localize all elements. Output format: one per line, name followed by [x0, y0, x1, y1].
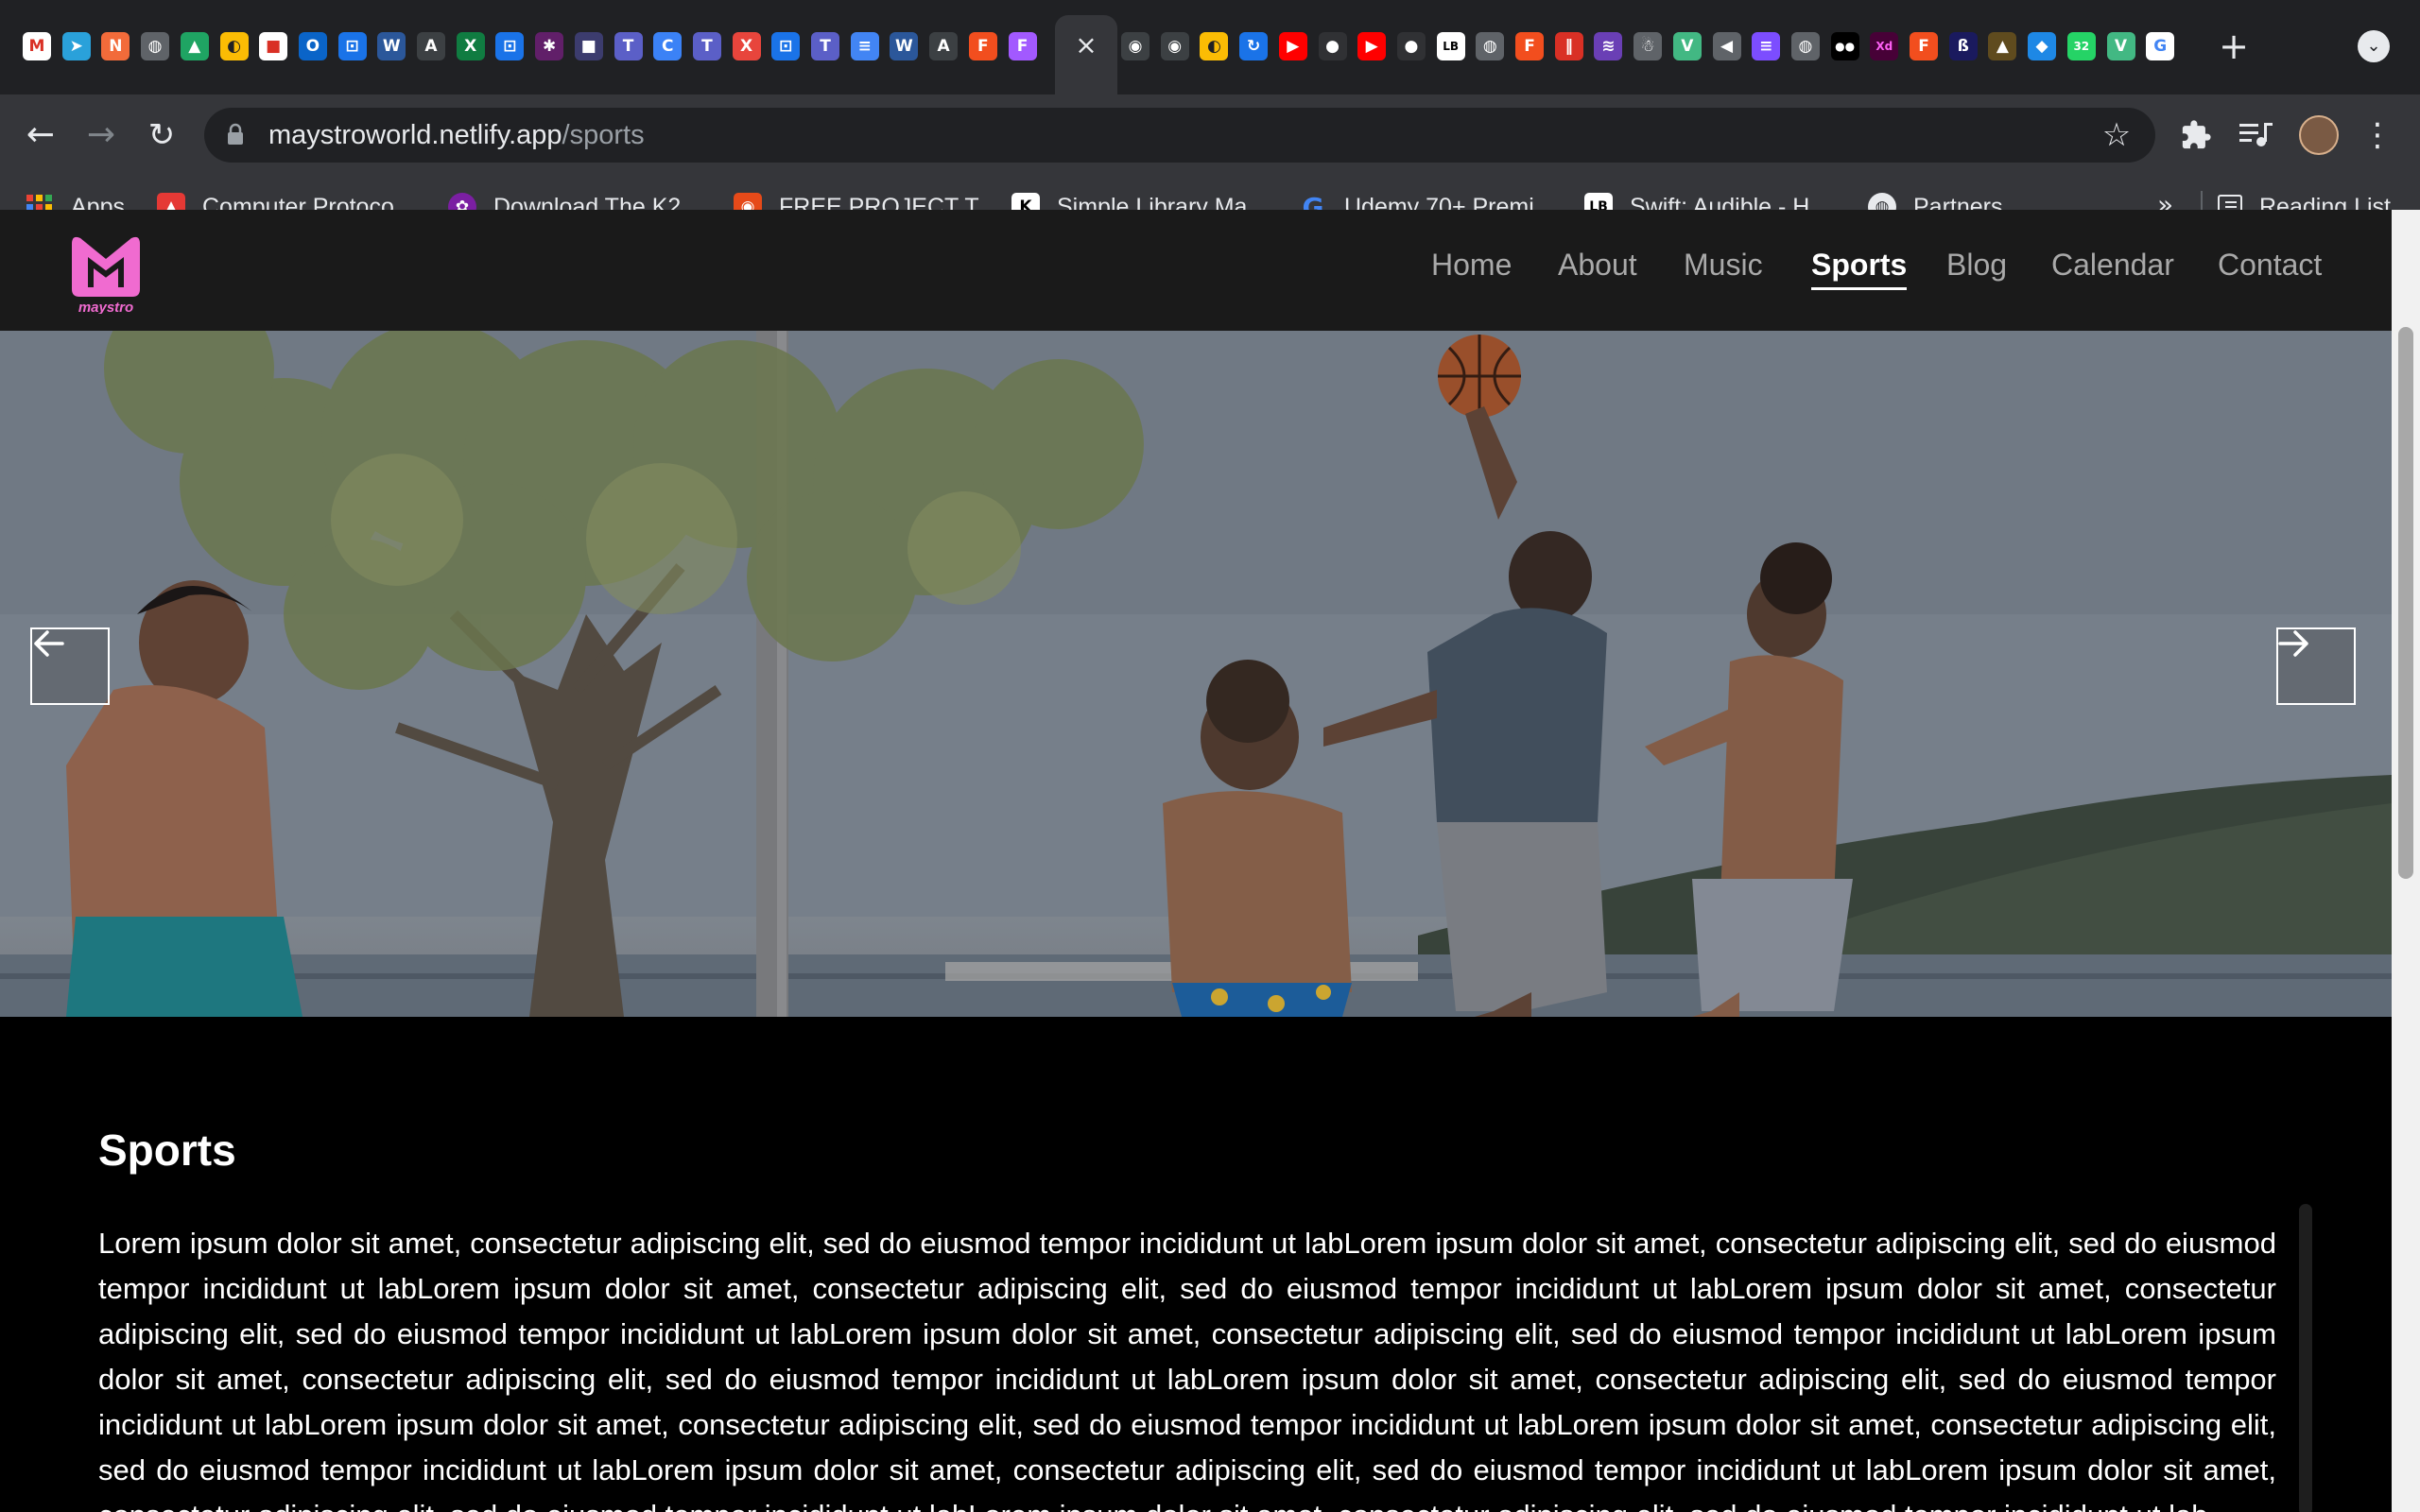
speaker-icon[interactable]: ◀ — [1712, 32, 1741, 60]
app-icon[interactable]: ■ — [259, 32, 288, 60]
word-icon[interactable]: W — [377, 32, 406, 60]
nav-sports[interactable]: Sports — [1811, 248, 1908, 290]
figma-icon[interactable]: F — [1515, 32, 1544, 60]
svg-text:maystro: maystro — [78, 300, 133, 314]
new-tab-button[interactable]: + — [2214, 26, 2254, 66]
hero-carousel — [0, 331, 2392, 1017]
forward-button[interactable]: → — [78, 112, 125, 159]
app-icon[interactable]: N — [101, 32, 130, 60]
telegram-icon[interactable]: ➤ — [61, 32, 91, 60]
page-scrollbar[interactable] — [2392, 210, 2420, 1512]
asetect-icon[interactable]: A — [417, 32, 445, 60]
lock-icon[interactable] — [227, 123, 244, 146]
excel-icon[interactable]: X — [456, 32, 485, 60]
whatsapp-icon[interactable]: 32 — [2066, 32, 2096, 60]
app-icon[interactable]: ▲ — [1988, 32, 2017, 60]
url-text[interactable]: maystroworld.netlify.app/sports — [268, 108, 645, 163]
slack-icon[interactable]: ✱ — [535, 32, 564, 60]
globe-icon[interactable]: ◍ — [1790, 32, 1820, 60]
section-body-text: Lorem ipsum dolor sit amet, consectetur … — [98, 1227, 2276, 1512]
close-tab-icon[interactable]: × — [1071, 30, 1101, 60]
app-icon[interactable]: ■ — [574, 32, 603, 60]
tab-search-button[interactable]: ⌄ — [2358, 30, 2390, 62]
extensions-button[interactable] — [2172, 112, 2220, 159]
google-icon[interactable]: G — [2146, 32, 2175, 60]
globe-icon[interactable]: ◍ — [1476, 32, 1505, 60]
browser-toolbar: ← → ↻ maystroworld.netlify.app/sports ☆ … — [0, 94, 2420, 176]
content-scrollbar[interactable] — [2299, 1204, 2312, 1512]
app-icon[interactable]: ● — [1396, 32, 1426, 60]
app-icon[interactable]: ◆ — [2028, 32, 2057, 60]
figma-icon[interactable]: F — [968, 32, 997, 60]
playlist-icon — [2239, 123, 2273, 146]
browser-tab-strip: M ➤ N ◍ ▲ ◐ ■ O ⊡ W A X ⊡ ✱ ■ T C T X ⊡ T ≡ W A F F × ◉ ◉ ◐ ↻ ▶ ● ▶ ● LB ◍… — [0, 0, 2420, 94]
teams-icon[interactable]: T — [614, 32, 643, 60]
lb-icon[interactable]: LB — [1436, 32, 1465, 60]
nav-home[interactable]: Home — [1431, 248, 1512, 283]
bookmark-star-icon[interactable]: ☆ — [2099, 117, 2135, 153]
maystro-logo[interactable]: maystro — [66, 231, 146, 314]
globe-icon[interactable]: ◍ — [141, 32, 170, 60]
app-icon[interactable]: ↻ — [1239, 32, 1269, 60]
basketball-hero-image — [0, 331, 2392, 1017]
youtube-icon[interactable]: ▶ — [1278, 32, 1307, 60]
github-icon[interactable]: ◉ — [1160, 32, 1189, 60]
nav-about[interactable]: About — [1558, 248, 1637, 283]
app-icon[interactable]: ⊡ — [771, 32, 801, 60]
profile-avatar[interactable] — [2299, 115, 2339, 155]
xd-icon[interactable]: Xd — [1870, 32, 1899, 60]
vue-icon[interactable]: V — [1672, 32, 1702, 60]
app-icon[interactable]: X — [732, 32, 761, 60]
reload-button[interactable]: ↻ — [138, 112, 185, 159]
app-icon[interactable]: ● — [1318, 32, 1347, 60]
back-button[interactable]: ← — [17, 112, 64, 159]
app-icon[interactable]: ‖ — [1554, 32, 1583, 60]
youtube-icon[interactable]: ▶ — [1357, 32, 1387, 60]
carousel-next-button[interactable] — [2276, 627, 2356, 705]
teams-icon[interactable]: T — [692, 32, 721, 60]
site-navbar: maystro Home About Music Sports Blog Cal… — [0, 210, 2392, 331]
app-icon[interactable]: ≡ — [1752, 32, 1781, 60]
app-icon[interactable]: C — [653, 32, 683, 60]
vue-icon[interactable]: V — [2106, 32, 2135, 60]
app-icon[interactable]: ◐ — [219, 32, 249, 60]
app-icon[interactable]: ☃ — [1634, 32, 1663, 60]
address-bar[interactable]: maystroworld.netlify.app/sports ☆ — [204, 108, 2155, 163]
app-icon[interactable]: ◐ — [1200, 32, 1229, 60]
medium-icon[interactable]: ●● — [1830, 32, 1859, 60]
app-icon[interactable]: ⊡ — [495, 32, 525, 60]
nav-blog[interactable]: Blog — [1946, 248, 2007, 283]
app-icon[interactable]: ß — [1948, 32, 1978, 60]
google-drive-icon[interactable]: ▲ — [180, 32, 209, 60]
app-icon[interactable]: ⊡ — [337, 32, 367, 60]
github-icon[interactable]: ◉ — [1121, 32, 1150, 60]
word-icon[interactable]: W — [890, 32, 919, 60]
arrow-left-icon — [34, 630, 64, 657]
web-page: maystro Home About Music Sports Blog Cal… — [0, 210, 2392, 1512]
nav-contact[interactable]: Contact — [2218, 248, 2322, 283]
teams-icon[interactable]: T — [811, 32, 839, 60]
figma-icon[interactable]: F — [1910, 32, 1938, 60]
asetect-icon[interactable]: A — [929, 32, 959, 60]
puzzle-icon — [2182, 120, 2211, 149]
page-scrollbar-thumb[interactable] — [2398, 327, 2413, 879]
media-control-button[interactable] — [2233, 112, 2280, 159]
gmail-icon[interactable]: M — [23, 32, 51, 60]
nav-music[interactable]: Music — [1684, 248, 1763, 283]
figma-icon[interactable]: F — [1008, 32, 1037, 60]
docs-icon[interactable]: ≡ — [850, 32, 879, 60]
carousel-prev-button[interactable] — [30, 627, 110, 705]
arrow-right-icon — [2278, 630, 2308, 657]
section-title: Sports — [98, 1125, 236, 1175]
nav-calendar[interactable]: Calendar — [2051, 248, 2174, 283]
app-icon[interactable]: ≋ — [1594, 32, 1623, 60]
outlook-icon[interactable]: O — [298, 32, 327, 60]
browser-menu-icon[interactable]: ⋮ — [2354, 112, 2401, 159]
